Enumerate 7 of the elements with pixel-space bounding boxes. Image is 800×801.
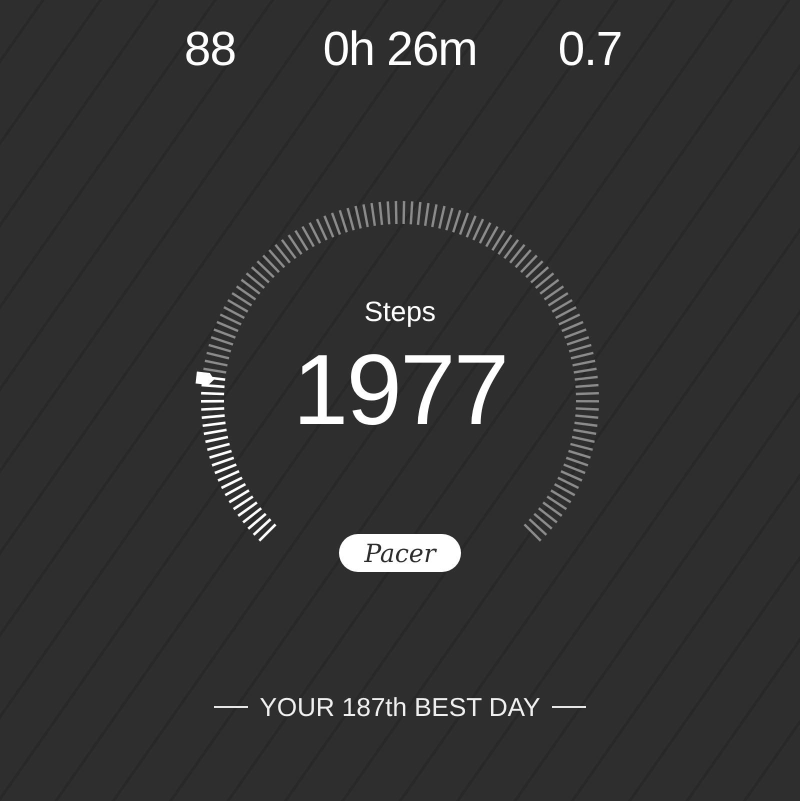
steps-count: 1977 [292, 338, 508, 442]
steps-label: Steps [364, 295, 436, 329]
stat-value: 88 [184, 24, 236, 76]
best-day-text: YOUR 187th BEST DAY [260, 692, 540, 722]
stat-value: 0.7 [558, 24, 622, 76]
pacer-logo: Pacer [339, 534, 461, 572]
stat-value: 0h 26m [322, 24, 478, 76]
